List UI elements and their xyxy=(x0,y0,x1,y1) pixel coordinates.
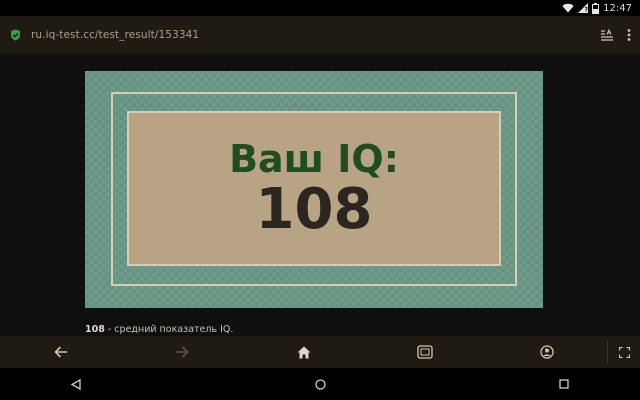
address-bar[interactable]: ru.iq-test.cc/test_result/153341 xyxy=(0,16,640,54)
system-nav-bar xyxy=(0,368,640,400)
iq-label: Ваш IQ: xyxy=(229,136,399,181)
tabs-button[interactable] xyxy=(409,336,441,368)
result-description: 108 - средний показатель IQ. xyxy=(85,324,233,335)
square-recents-icon xyxy=(559,379,569,389)
system-back-button[interactable] xyxy=(56,368,96,400)
more-vert-icon[interactable] xyxy=(624,28,634,42)
account-button[interactable] xyxy=(531,336,563,368)
card-inner-panel: Ваш IQ: 108 xyxy=(127,111,501,266)
svg-text:?: ? xyxy=(585,7,589,14)
triangle-back-icon xyxy=(71,378,81,390)
page-content: Ваш IQ: 108 108 - средний показатель IQ. xyxy=(0,54,640,336)
forward-arrow-icon xyxy=(176,346,189,358)
shield-check-icon xyxy=(11,29,20,41)
fullscreen-button[interactable] xyxy=(608,336,640,368)
tabs-icon xyxy=(417,345,433,359)
back-arrow-icon xyxy=(54,346,67,358)
description-score: 108 xyxy=(85,324,105,335)
description-text: - средний показатель IQ. xyxy=(104,324,234,335)
system-home-button[interactable] xyxy=(300,368,340,400)
home-icon xyxy=(297,346,311,358)
forward-button[interactable] xyxy=(166,336,198,368)
url-text[interactable]: ru.iq-test.cc/test_result/153341 xyxy=(31,29,199,41)
iq-score: 108 xyxy=(255,176,373,242)
iq-result-card: Ваш IQ: 108 xyxy=(85,71,543,308)
signal-icon: ? xyxy=(578,3,589,14)
back-button[interactable] xyxy=(45,336,77,368)
fullscreen-icon xyxy=(618,346,630,358)
account-icon xyxy=(540,345,554,359)
battery-icon xyxy=(592,2,600,14)
reader-mode-icon[interactable] xyxy=(600,29,614,41)
status-bar: ? 12:47 xyxy=(0,0,640,16)
system-recents-button[interactable] xyxy=(544,368,584,400)
browser-toolbar xyxy=(0,336,640,368)
circle-home-icon xyxy=(314,378,326,390)
clock: 12:47 xyxy=(603,2,632,14)
home-button[interactable] xyxy=(288,336,320,368)
wifi-icon xyxy=(562,3,574,13)
